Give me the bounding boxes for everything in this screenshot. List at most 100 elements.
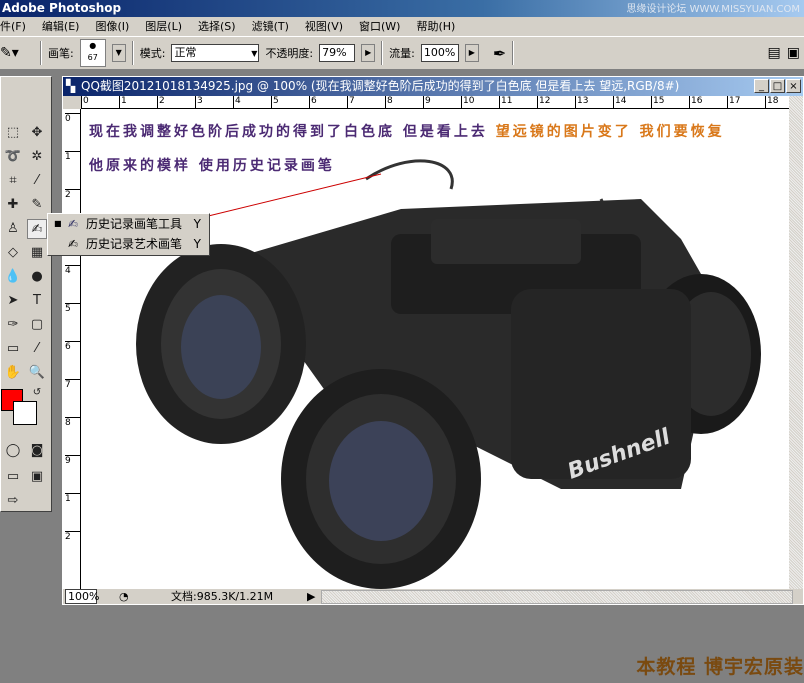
- fullscreen-mode-icon[interactable]: ▣: [27, 467, 47, 487]
- eraser-tool-icon[interactable]: ◇: [3, 243, 23, 263]
- ruler-tick-label: 4: [233, 96, 241, 108]
- ruler-tick-label: 5: [271, 96, 279, 108]
- standard-mode-icon[interactable]: ◯: [3, 441, 23, 461]
- menu-filter[interactable]: 滤镜(T): [252, 17, 289, 36]
- opacity-input[interactable]: 79%: [319, 44, 356, 62]
- history-brush-tool-icon[interactable]: ✍: [27, 219, 47, 239]
- menu-help[interactable]: 帮助(H): [416, 17, 455, 36]
- brush-picker[interactable]: ● 67: [79, 39, 106, 67]
- flow-label: 流量:: [389, 47, 415, 60]
- menu-view[interactable]: 视图(V): [305, 17, 343, 36]
- menu-layer[interactable]: 图层(L): [145, 17, 182, 36]
- menu-window[interactable]: 窗口(W): [359, 17, 400, 36]
- ruler-tick-label: 9: [65, 455, 81, 466]
- palette-well-icon[interactable]: ▤: [768, 45, 781, 61]
- menu-edit[interactable]: 编辑(E): [42, 17, 80, 36]
- eyedropper-icon[interactable]: ⁄: [27, 339, 47, 359]
- ruler-tick-label: 15: [651, 96, 665, 108]
- menu-select[interactable]: 选择(S): [198, 17, 236, 36]
- flow-input[interactable]: 100%: [420, 44, 459, 62]
- selected-bullet-icon: ■: [54, 219, 62, 228]
- dodge-tool-icon[interactable]: ●: [27, 267, 47, 287]
- stamp-tool-icon[interactable]: ♙: [3, 219, 23, 239]
- ruler-tick-label: 0: [65, 113, 81, 124]
- magic-wand-icon[interactable]: ✲: [27, 147, 47, 167]
- pen-tool-icon[interactable]: ✑: [3, 315, 23, 335]
- brush-tool-icon[interactable]: ✎: [27, 195, 47, 215]
- background-color-swatch[interactable]: [13, 401, 37, 425]
- divider: [512, 41, 515, 65]
- document-title: QQ截图20121018134925.jpg @ 100% (现在我调整好色阶后…: [81, 79, 680, 93]
- history-brush-icon: ✍: [68, 217, 79, 231]
- art-history-brush-icon: ✍: [68, 237, 79, 251]
- file-browser-icon[interactable]: ▣: [787, 45, 800, 61]
- ruler-tick-label: 0: [81, 96, 89, 108]
- ruler-tick-label: 2: [65, 189, 81, 200]
- ruler-tick-label: 8: [385, 96, 393, 108]
- quickmask-mode-icon[interactable]: ◙: [27, 441, 47, 461]
- ruler-tick-label: 1: [119, 96, 127, 108]
- notes-tool-icon[interactable]: ▭: [3, 339, 23, 359]
- ruler-tick-label: 3: [195, 96, 203, 108]
- minimize-button[interactable]: _: [754, 79, 769, 93]
- ruler-tick-label: 5: [65, 303, 81, 314]
- annotation-line-1a: 现在我调整好色阶后成功的得到了白色底 但是看上去: [89, 124, 496, 140]
- site-watermark: 思缘设计论坛 WWW.MISSYUAN.COM: [626, 4, 800, 15]
- horizontal-ruler: 0 1 2 3 4 5 6 7 8 9 10 11 12 13 14 15 16 17 18: [81, 96, 789, 109]
- vertical-scrollbar[interactable]: [789, 96, 803, 589]
- tool-preset-picker[interactable]: ✎▾: [0, 45, 34, 61]
- mode-select[interactable]: 正常 ▼: [171, 44, 260, 62]
- annotation-line-2: 他原来的模样 使用历史记录画笔: [89, 158, 335, 174]
- move-tool-icon[interactable]: ✥: [27, 123, 47, 143]
- annotation-arrow: [195, 173, 382, 220]
- close-button[interactable]: ×: [786, 79, 801, 93]
- ruler-tick-label: 7: [65, 379, 81, 390]
- screen-mode-icon[interactable]: ▭: [3, 467, 23, 487]
- blur-tool-icon[interactable]: 💧: [3, 267, 23, 287]
- history-brush-flyout: ■ ✍ 历史记录画笔工具 Y ✍ 历史记录艺术画笔 Y: [47, 213, 210, 256]
- flyout-label: 历史记录画笔工具: [86, 217, 183, 231]
- ruler-tick-label: 7: [347, 96, 355, 108]
- gradient-tool-icon[interactable]: ▦: [27, 243, 47, 263]
- airbrush-icon[interactable]: ✒: [493, 44, 506, 63]
- menu-image[interactable]: 图像(I): [95, 17, 129, 36]
- flow-slider-button[interactable]: ▶: [464, 44, 479, 62]
- document-window: ▚ QQ截图20121018134925.jpg @ 100% (现在我调整好色…: [62, 76, 804, 605]
- status-bar: 100% ◔ 文档:985.3K/1.21M ▶: [63, 589, 803, 605]
- flyout-item-history-brush[interactable]: ■ ✍ 历史记录画笔工具 Y: [48, 214, 209, 234]
- mode-label: 模式:: [139, 47, 166, 60]
- marquee-tool-icon[interactable]: ⬚: [3, 123, 23, 143]
- healing-brush-icon[interactable]: ✚: [3, 195, 23, 215]
- flyout-label: 历史记录艺术画笔: [86, 237, 183, 251]
- document-title-bar[interactable]: ▚ QQ截图20121018134925.jpg @ 100% (现在我调整好色…: [63, 77, 803, 96]
- jump-to-imageready-icon[interactable]: ⇨: [3, 491, 23, 511]
- brush-dropdown[interactable]: ▼: [111, 44, 126, 62]
- app-title-bar: Adobe Photoshop 思缘设计论坛 WWW.MISSYUAN.COM: [0, 0, 804, 17]
- footer-watermark: 本教程 博宇宏原装: [636, 656, 804, 678]
- swap-colors-icon[interactable]: ↺: [27, 383, 47, 403]
- menu-file[interactable]: 件(F): [0, 17, 26, 36]
- type-tool-icon[interactable]: T: [27, 291, 47, 311]
- brush-size: 67: [87, 53, 98, 62]
- image-canvas[interactable]: Bushnell 现在我调整好色阶后成功的得到了白色底 但是看上去 望远镜的图片…: [81, 109, 789, 589]
- ruler-tick-label: 14: [613, 96, 627, 108]
- zoom-field[interactable]: 100%: [65, 589, 99, 604]
- shape-tool-icon[interactable]: ▢: [27, 315, 47, 335]
- ruler-tick-label: 18: [765, 96, 779, 108]
- zoom-tool-icon[interactable]: 🔍: [27, 363, 47, 383]
- ruler-tick-label: 2: [157, 96, 165, 108]
- status-menu-icon[interactable]: ◔: [119, 589, 129, 605]
- slice-tool-icon[interactable]: ⁄: [27, 171, 47, 191]
- flyout-item-art-history-brush[interactable]: ✍ 历史记录艺术画笔 Y: [48, 234, 209, 254]
- ruler-tick-label: 12: [537, 96, 551, 108]
- crop-tool-icon[interactable]: ⌗: [3, 171, 23, 191]
- lasso-tool-icon[interactable]: ➰: [3, 147, 23, 167]
- divider: [381, 41, 384, 65]
- ruler-tick-label: 2: [65, 531, 81, 542]
- opacity-slider-button[interactable]: ▶: [361, 44, 376, 62]
- hand-tool-icon[interactable]: ✋: [3, 363, 23, 383]
- status-arrow-icon[interactable]: ▶: [307, 589, 315, 605]
- horizontal-scrollbar[interactable]: [321, 590, 793, 604]
- maximize-button[interactable]: □: [770, 79, 785, 93]
- path-select-icon[interactable]: ➤: [3, 291, 23, 311]
